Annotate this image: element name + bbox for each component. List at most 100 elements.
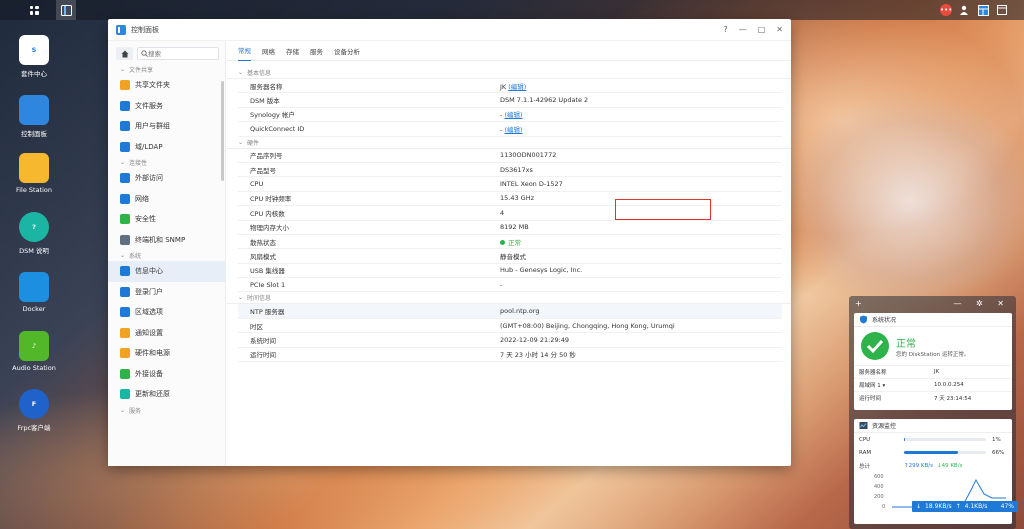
chevron-down-icon[interactable]: ▾ <box>883 383 886 389</box>
sidebar-item-2-6[interactable]: 更新和还原 <box>108 384 225 405</box>
window-title: 控制面板 <box>131 25 159 34</box>
window-titlebar[interactable]: 控制面板 ? — □ ✕ <box>108 19 791 41</box>
sidebar-item-icon <box>120 100 130 111</box>
network-speed-indicator[interactable]: ↓ 18.9KB/s ↑ 4.1KB/s 47% <box>912 501 1018 512</box>
sidebar-item-1-3[interactable]: 终端机和 SNMP <box>108 230 225 251</box>
main-menu-button[interactable] <box>24 0 44 20</box>
search-box[interactable] <box>137 47 219 60</box>
taskbar: ••• <box>0 0 1024 20</box>
desktop-icon-docker[interactable]: Docker <box>8 272 60 313</box>
home-button[interactable] <box>116 47 133 60</box>
home-icon <box>121 50 128 57</box>
chevron-down-icon: ⌄ <box>238 138 244 146</box>
sidebar-item-icon <box>120 80 130 91</box>
sidebar-item-2-4[interactable]: 硬件和电源 <box>108 343 225 364</box>
sidebar-section-2[interactable]: ⌄ 系统 <box>108 250 225 261</box>
sidebar-item-0-2[interactable]: 用户与群组 <box>108 116 225 137</box>
chevron-down-icon: ⌄ <box>120 159 126 166</box>
sidebar-section-3[interactable]: ⌄ 服务 <box>108 405 225 416</box>
health-description: 您的 DiskStation 运转正常。 <box>896 351 970 358</box>
help-button[interactable]: ? <box>723 25 727 34</box>
maximize-button[interactable]: □ <box>758 25 766 34</box>
user-icon[interactable] <box>958 4 970 16</box>
sidebar-item-icon <box>120 193 130 204</box>
chevron-down-icon: ⌄ <box>120 252 126 259</box>
sidebar-item-icon <box>120 121 130 132</box>
health-server-name: 服务器名称 JK <box>854 365 1012 378</box>
row-pcie: PCIe Slot 1- <box>238 278 782 293</box>
minimize-button[interactable]: — <box>739 25 747 34</box>
row-server-name: 服务器名称 JK (编辑) <box>238 79 782 94</box>
sidebar-item-icon <box>120 307 130 318</box>
sidebar-section-0[interactable]: ⌄ 文件共享 <box>108 64 225 75</box>
sidebar-item-0-1[interactable]: 文件服务 <box>108 96 225 117</box>
sidebar-item-icon <box>120 368 130 379</box>
desktop-icon-control-panel[interactable]: 控制面板 <box>8 95 60 138</box>
search-icon[interactable] <box>996 4 1008 16</box>
row-quickconnect: QuickConnect ID - (编辑) <box>238 122 782 137</box>
desktop-icon-frpc[interactable]: F Frpc客户端 <box>8 389 60 432</box>
frpc-icon: F <box>19 389 49 419</box>
widget-controls-icon[interactable]: — ✲ ✕ <box>954 299 1011 308</box>
search-input[interactable] <box>148 49 218 58</box>
sidebar-item-icon <box>120 286 130 297</box>
notification-icon[interactable]: ••• <box>940 4 952 16</box>
desktop-icon-package-center[interactable]: S 套件中心 <box>8 35 60 78</box>
sidebar-item-icon <box>120 234 130 245</box>
row-usb: USB 集线器 Hub - Genesys Logic, Inc. <box>238 264 782 279</box>
sidebar-item-2-1[interactable]: 登录门户 <box>108 282 225 303</box>
folder-icon <box>19 153 49 183</box>
widget-panel: + — ✲ ✕ 系统状况 正常 您的 DiskStation 运转正常。 服务器名称… <box>849 296 1016 529</box>
sidebar-item-1-2[interactable]: 安全性 <box>108 209 225 230</box>
health-lan: 局域网 1 ▾ 10.0.0.254 <box>854 378 1012 391</box>
edit-server-name-link[interactable]: (编辑) <box>508 83 526 91</box>
cpu-usage: CPU 1% <box>859 436 1001 443</box>
cpu-highlight-box <box>615 199 711 220</box>
row-system-time: 系统时间 2022-12-09 21:29:49 <box>238 333 782 348</box>
package-center-icon: S <box>19 35 49 65</box>
chevron-down-icon: ⌄ <box>238 294 244 302</box>
music-icon: ♪ <box>19 331 49 361</box>
taskbar-control-panel-button[interactable] <box>56 0 76 20</box>
close-button[interactable]: ✕ <box>776 25 783 34</box>
desktop-icon-music[interactable]: ♪ Audio Station <box>8 331 60 372</box>
sidebar-section-1[interactable]: ⌄ 连接性 <box>108 157 225 168</box>
sidebar-item-2-2[interactable]: 区域选项 <box>108 302 225 323</box>
row-thermal: 散热状态 正常 <box>238 235 782 250</box>
tab-services[interactable]: 服务 <box>310 41 323 61</box>
group-time[interactable]: ⌄ 时间信息 <box>227 292 791 305</box>
sidebar-item-0-0[interactable]: 共享文件夹 <box>108 75 225 96</box>
tab-general[interactable]: 常规 <box>238 41 251 61</box>
sidebar-item-1-0[interactable]: 外部访问 <box>108 168 225 189</box>
tab-network[interactable]: 网络 <box>262 41 275 61</box>
row-memory: 物理内存大小 8192 MB <box>238 221 782 235</box>
sidebar-item-icon <box>120 266 130 277</box>
sidebar: ⌄文件共享共享文件夹文件服务用户与群组域/LDAP⌄连接性外部访问网络安全性终端… <box>108 41 226 466</box>
sidebar-item-2-5[interactable]: 外接设备 <box>108 364 225 385</box>
tab-bar: 常规 网络 存储 服务 设备分析 <box>227 41 791 61</box>
desktop-icon-folder[interactable]: File Station <box>8 153 60 194</box>
sidebar-item-0-3[interactable]: 域/LDAP <box>108 137 225 158</box>
desktop-icon-help[interactable]: ? DSM 说明 <box>8 212 60 255</box>
sidebar-item-icon <box>120 141 130 152</box>
row-synology-account: Synology 帐户 - (编辑) <box>238 108 782 123</box>
sidebar-scrollbar[interactable] <box>221 81 224 181</box>
edit-account-link[interactable]: (编辑) <box>504 111 522 119</box>
widgets-icon[interactable] <box>977 4 989 16</box>
row-serial: 产品序列号 1130ODN001772 <box>238 149 782 163</box>
tab-device-analytics[interactable]: 设备分析 <box>334 41 360 61</box>
network-total: 总计 ↑ 299 KB/s ↓ 49 KB/s <box>859 462 963 470</box>
edit-quickconnect-link[interactable]: (编辑) <box>504 126 522 134</box>
chevron-down-icon: ⌄ <box>238 69 244 76</box>
add-widget-icon[interactable]: + <box>855 299 862 308</box>
help-icon: ? <box>19 212 49 242</box>
sidebar-item-1-1[interactable]: 网络 <box>108 189 225 210</box>
sidebar-item-2-3[interactable]: 通知设置 <box>108 323 225 344</box>
tab-storage[interactable]: 存储 <box>286 41 299 61</box>
sidebar-item-2-0[interactable]: 信息中心 <box>108 261 225 282</box>
group-hardware[interactable]: ⌄ 硬件 <box>227 137 791 149</box>
monitor-icon <box>859 422 868 429</box>
control-panel-window: 控制面板 ? — □ ✕ ⌄文件共享共享文件夹文件服务用户与群组域/LDAP⌄连… <box>108 19 791 466</box>
row-uptime: 运行时间 7 天 23 小时 14 分 50 秒 <box>238 348 782 363</box>
group-basic-info[interactable]: ⌄ 基本信息 <box>227 67 791 79</box>
